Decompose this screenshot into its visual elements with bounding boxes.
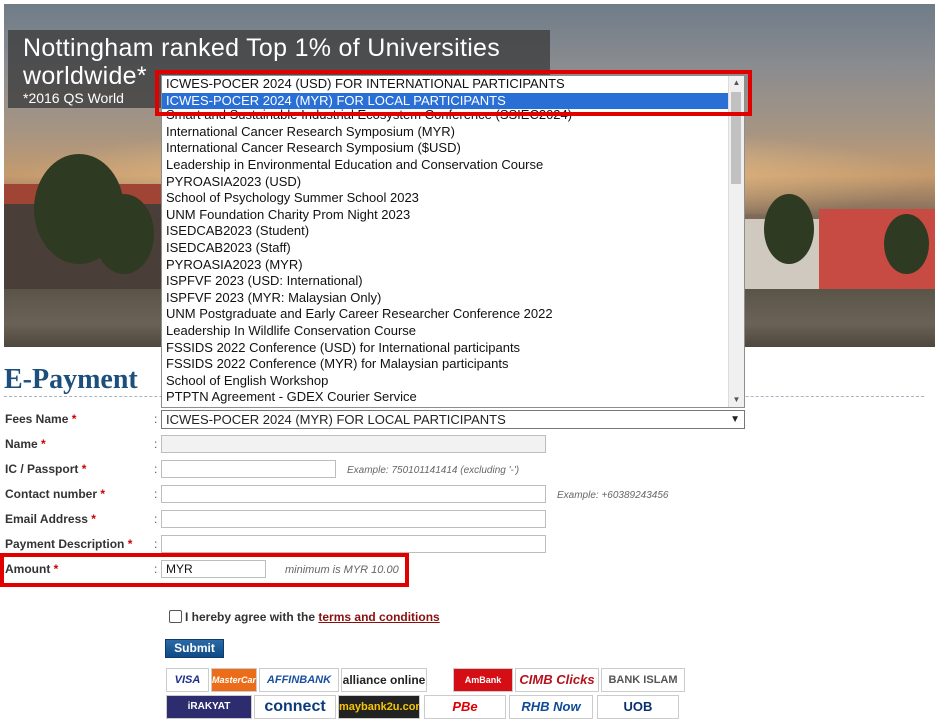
cimb-clicks-logo: CIMB Clicks (515, 668, 599, 692)
terms-link[interactable]: terms and conditions (318, 610, 439, 624)
ic-label: IC / Passport * (5, 462, 87, 476)
dropdown-option[interactable]: School of English Workshop (162, 373, 744, 390)
page-title: E-Payment (4, 364, 138, 395)
irakyat-logo: iRAKYAT (166, 695, 252, 719)
maybank2u-logo: maybank2u.com (338, 695, 420, 719)
dropdown-option[interactable]: PYROASIA2023 (MYR) (162, 257, 744, 274)
agree-checkbox[interactable] (169, 610, 182, 623)
dropdown-option[interactable]: Smart and Sustainable Industrial Ecosyst… (162, 107, 744, 124)
name-label: Name * (5, 437, 46, 451)
dropdown-option[interactable]: ISEDCAB2023 (Student) (162, 223, 744, 240)
tree (884, 214, 929, 274)
email-input[interactable] (161, 510, 546, 528)
dropdown-option[interactable]: International Cancer Research Symposium … (162, 124, 744, 141)
tree (94, 194, 154, 274)
chevron-down-icon: ▼ (730, 414, 740, 425)
ambank-logo: AmBank (453, 668, 513, 692)
dropdown-scrollbar[interactable]: ▲ ▼ (728, 76, 744, 407)
dropdown-option[interactable]: ISPFVF 2023 (MYR: Malaysian Only) (162, 290, 744, 307)
separator: : (154, 537, 158, 551)
fees-name-select[interactable]: ICWES-POCER 2024 (MYR) FOR LOCAL PARTICI… (161, 410, 745, 429)
mastercard-logo: MasterCard (211, 668, 257, 692)
scroll-up-icon[interactable]: ▲ (729, 76, 744, 90)
ic-row: IC / Passport * : Example: 750101141414 … (0, 459, 940, 479)
separator: : (154, 562, 158, 576)
rhb-now-logo: RHB Now (509, 695, 593, 719)
hero-subtitle: *2016 QS World (23, 90, 124, 106)
amount-row: Amount * : minimum is MYR 10.00 (0, 559, 940, 579)
agree-text: I hereby agree with the terms and condit… (185, 610, 440, 624)
separator: : (154, 462, 158, 476)
visa-logo: VISA (166, 668, 209, 692)
amount-label: Amount * (5, 562, 59, 576)
ic-input[interactable] (161, 460, 336, 478)
affinbank-logo: AFFINBANK (259, 668, 339, 692)
hong-leong-connect-logo: connect (254, 695, 336, 719)
dropdown-option[interactable]: FSSIDS 2022 Conference (USD) for Interna… (162, 340, 744, 357)
separator: : (154, 487, 158, 501)
dropdown-option[interactable]: FSSIDS 2022 Conference (MYR) for Malaysi… (162, 356, 744, 373)
pbe-logo: PBe (424, 695, 506, 719)
dropdown-option[interactable]: Leadership In Wildlife Conservation Cour… (162, 323, 744, 340)
uob-logo: UOB (597, 695, 679, 719)
amount-hint: minimum is MYR 10.00 (285, 564, 399, 576)
scroll-down-icon[interactable]: ▼ (729, 393, 744, 407)
fees-name-dropdown-list[interactable]: ICWES-POCER 2024 (USD) FOR INTERNATIONAL… (161, 75, 745, 408)
dropdown-option[interactable]: PYROASIA2023 (USD) (162, 174, 744, 191)
separator: : (154, 512, 158, 526)
name-input[interactable] (161, 435, 546, 453)
agree-label: I hereby agree with the (185, 610, 319, 624)
submit-button[interactable]: Submit (165, 639, 224, 658)
amount-input[interactable]: MYR (161, 560, 266, 578)
description-label: Payment Description * (5, 537, 133, 551)
alliance-online-logo: alliance online (341, 668, 427, 692)
description-input[interactable] (161, 535, 546, 553)
fees-name-selected-value: ICWES-POCER 2024 (MYR) FOR LOCAL PARTICI… (166, 412, 506, 427)
dropdown-option[interactable]: International Cancer Research Symposium … (162, 140, 744, 157)
dropdown-option[interactable]: ISEDCAB2023 (Staff) (162, 240, 744, 257)
contact-label: Contact number * (5, 487, 106, 501)
dropdown-option[interactable]: School of Psychology Summer School 2023 (162, 190, 744, 207)
fees-name-label: Fees Name * (5, 412, 77, 426)
dropdown-option[interactable]: UNM Postgraduate and Early Career Resear… (162, 306, 744, 323)
scroll-thumb[interactable] (731, 92, 741, 184)
dropdown-option[interactable]: ICWES-POCER 2024 (USD) FOR INTERNATIONAL… (162, 76, 744, 93)
separator: : (154, 437, 158, 451)
contact-hint: Example: +60389243456 (557, 490, 669, 501)
dropdown-option[interactable]: PTPTN Agreement - GDEX Courier Service (162, 389, 744, 406)
separator: : (154, 412, 158, 426)
tree (764, 194, 814, 264)
contact-input[interactable] (161, 485, 546, 503)
email-label: Email Address * (5, 512, 96, 526)
dropdown-option[interactable]: ISPFVF 2023 (USD: International) (162, 273, 744, 290)
bank-islam-logo: BANK ISLAM (601, 668, 685, 692)
dropdown-option[interactable]: UNM Foundation Charity Prom Night 2023 (162, 207, 744, 224)
ic-hint: Example: 750101141414 (excluding '-') (347, 465, 520, 476)
dropdown-option[interactable]: Leadership in Environmental Education an… (162, 157, 744, 174)
